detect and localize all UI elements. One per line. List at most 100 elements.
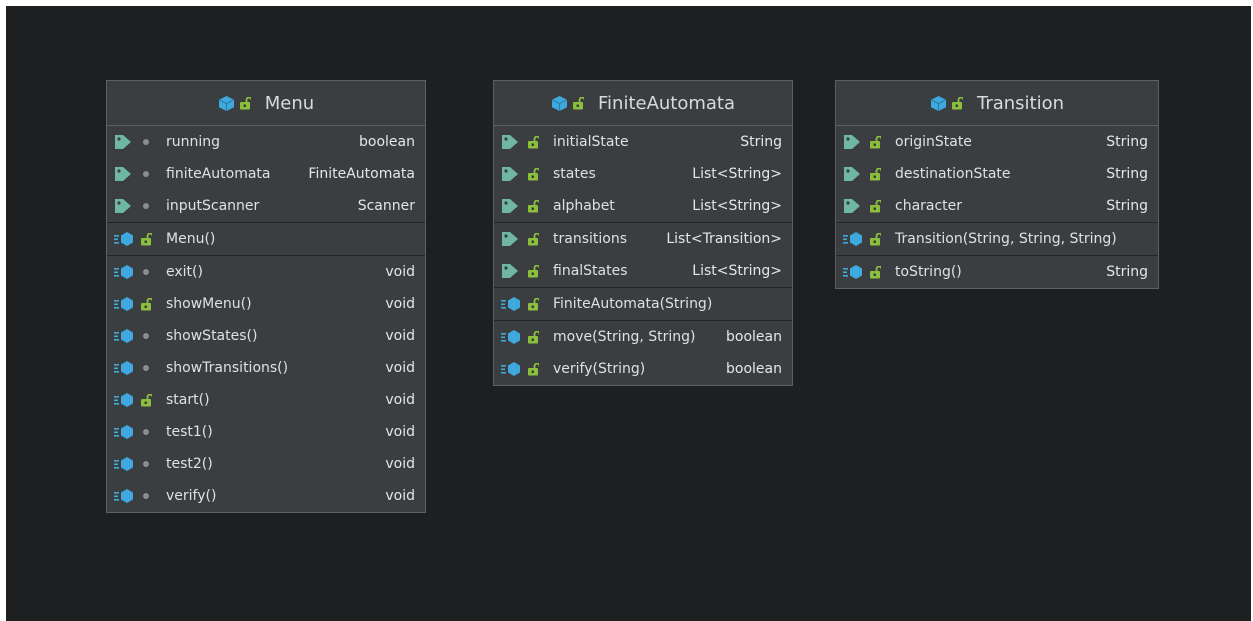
member-name: verify() (166, 488, 217, 504)
method-icon (501, 297, 520, 311)
method-row[interactable]: verify(String) boolean (494, 353, 792, 385)
method-icon (501, 362, 520, 376)
member-name: Transition(String, String, String) (895, 231, 1117, 247)
field-row[interactable]: initialState String (494, 126, 792, 158)
field-tag-icon (844, 199, 860, 213)
public-lock-icon (141, 393, 152, 406)
class-name: FiniteAutomata (597, 92, 736, 114)
class-name: Menu (264, 92, 315, 114)
member-type: void (385, 456, 415, 472)
constructor-row[interactable]: Transition(String, String, String) (836, 223, 1158, 255)
method-row[interactable]: start() void (107, 384, 425, 416)
public-lock-icon (239, 96, 251, 109)
method-icon (114, 232, 133, 246)
field-row[interactable]: inputScanner Scanner (107, 190, 425, 222)
method-row[interactable]: test2() void (107, 448, 425, 480)
method-icon (843, 231, 867, 247)
member-section: move(String, String) boolean verify(Strin… (494, 320, 792, 385)
public-lock-icon (951, 96, 963, 109)
public-lock-icon (870, 232, 881, 245)
method-row[interactable]: test1() void (107, 416, 425, 448)
method-icon (114, 456, 138, 472)
field-tag-icon (502, 232, 518, 246)
private-visibility-icon (138, 269, 154, 275)
field-row[interactable]: finalStates List<String> (494, 255, 792, 287)
member-name: finiteAutomata (166, 166, 271, 182)
method-icon (843, 265, 862, 279)
member-name: inputScanner (166, 198, 260, 214)
class-header[interactable]: FiniteAutomata (494, 81, 792, 126)
private-dot-icon (143, 203, 149, 209)
class-header[interactable]: Menu (107, 81, 425, 126)
member-section: transitions List<Transition> finalStates L… (494, 222, 792, 287)
member-type: void (385, 360, 415, 376)
member-name: initialState (553, 134, 629, 150)
constructor-row[interactable]: FiniteAutomata(String) (494, 288, 792, 320)
field-row[interactable]: states List<String> (494, 158, 792, 190)
member-type: List<String> (692, 263, 782, 279)
class-icon (930, 95, 947, 111)
method-icon (114, 425, 133, 439)
private-visibility-icon (138, 333, 154, 339)
private-dot-icon (143, 171, 149, 177)
constructor-row[interactable]: Menu() (107, 223, 425, 255)
member-type: List<String> (692, 198, 782, 214)
member-section: FiniteAutomata(String) (494, 287, 792, 320)
method-row[interactable]: toString() String (836, 256, 1158, 288)
field-row[interactable]: character String (836, 190, 1158, 222)
member-type: String (1106, 198, 1148, 214)
member-name: originState (895, 134, 972, 150)
field-row[interactable]: originState String (836, 126, 1158, 158)
method-icon (114, 457, 133, 471)
method-icon (114, 329, 133, 343)
field-tag-icon (502, 264, 518, 278)
public-visibility-icon (525, 330, 541, 344)
public-lock-icon (528, 199, 539, 212)
class-box-finite-automata[interactable]: FiniteAutomata initialState String states… (493, 80, 793, 386)
member-type: FiniteAutomata (308, 166, 415, 182)
field-tag-icon (502, 135, 518, 149)
public-visibility-icon (525, 362, 541, 376)
public-lock-icon (528, 135, 539, 148)
class-box-menu[interactable]: Menu running boolean finiteAutomata FiniteAu… (106, 80, 426, 513)
method-row[interactable]: showMenu() void (107, 288, 425, 320)
class-type-icons (551, 95, 588, 112)
member-section: originState String destinationState String… (836, 126, 1158, 222)
public-lock-icon (528, 297, 539, 310)
member-type: void (385, 488, 415, 504)
member-section: exit() void showMenu() void showStates() vo… (107, 255, 425, 512)
field-row[interactable]: running boolean (107, 126, 425, 158)
field-icon (114, 134, 138, 150)
field-row[interactable]: transitions List<Transition> (494, 223, 792, 255)
method-row[interactable]: verify() void (107, 480, 425, 512)
member-type: boolean (726, 329, 782, 345)
member-name: showTransitions() (166, 360, 289, 376)
field-row[interactable]: finiteAutomata FiniteAutomata (107, 158, 425, 190)
method-icon (114, 297, 133, 311)
private-visibility-icon (138, 461, 154, 467)
field-tag-icon (115, 199, 131, 213)
public-visibility-icon (867, 135, 883, 149)
private-visibility-icon (138, 171, 154, 177)
method-row[interactable]: showStates() void (107, 320, 425, 352)
public-lock-icon (572, 96, 584, 109)
member-type: void (385, 392, 415, 408)
class-box-transition[interactable]: Transition originState String destination… (835, 80, 1159, 289)
method-icon (114, 264, 138, 280)
class-header[interactable]: Transition (836, 81, 1158, 126)
member-name: alphabet (553, 198, 615, 214)
method-icon (114, 296, 138, 312)
method-icon (114, 360, 138, 376)
field-row[interactable]: alphabet List<String> (494, 190, 792, 222)
method-icon (843, 232, 862, 246)
field-row[interactable]: destinationState String (836, 158, 1158, 190)
method-icon (114, 424, 138, 440)
member-name: states (553, 166, 596, 182)
field-tag-icon (844, 135, 860, 149)
method-row[interactable]: showTransitions() void (107, 352, 425, 384)
field-icon (843, 198, 867, 214)
method-row[interactable]: exit() void (107, 256, 425, 288)
method-icon (501, 361, 525, 377)
method-row[interactable]: move(String, String) boolean (494, 321, 792, 353)
method-icon (501, 330, 520, 344)
